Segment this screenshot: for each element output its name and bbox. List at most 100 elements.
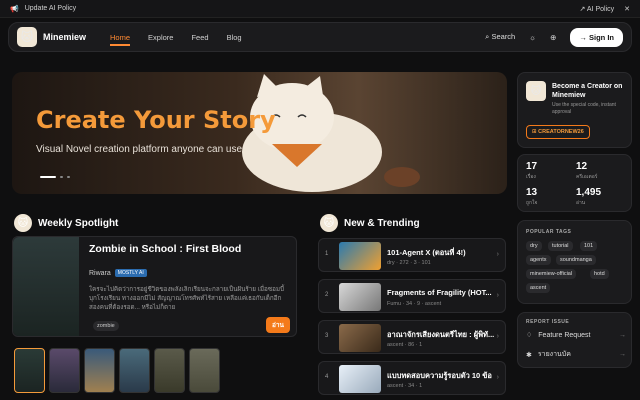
announcement-bar: 📢 Update AI Policy ↗ AI Policy ✕	[0, 0, 640, 18]
stat-likes: 13 ถูกใจ	[526, 187, 537, 207]
spotlight-heading: 🐱 Weekly Spotlight	[14, 214, 118, 232]
author-name[interactable]: Riwara	[89, 270, 111, 277]
trending-item[interactable]: 3 อาณาจักรเสียงดนตรีไทย : ผู้พิทั... asc…	[318, 320, 506, 354]
spotlight-title[interactable]: Zombie in School : First Blood	[89, 243, 241, 255]
stat-label: ครีเอเตอร์	[576, 174, 598, 180]
thumbnail[interactable]	[49, 348, 80, 393]
thumbnail[interactable]	[154, 348, 185, 393]
theme-toggle-icon[interactable]: ☼	[529, 33, 536, 42]
tag-pill[interactable]: soundmanga	[556, 255, 596, 265]
trending-title: 101-Agent X (ตอนที่ 4!)	[387, 248, 466, 257]
spotlight-tag[interactable]: zombie	[93, 321, 119, 331]
tag-pill[interactable]: agentx	[526, 255, 551, 265]
trending-item[interactable]: 1 101-Agent X (ตอนที่ 4!) dry · 272 · 3 …	[318, 238, 506, 272]
report-heading: REPORT ISSUE	[526, 319, 570, 325]
trending-meta: ascent · 34 · 1	[387, 383, 423, 389]
popular-tags-panel: POPULAR TAGS dry tutorial 101 agentx sou…	[517, 220, 632, 304]
search-button[interactable]: ⌕ Search	[485, 32, 515, 42]
tag-pill[interactable]: dry	[526, 241, 542, 251]
logo-icon[interactable]: 🐱	[17, 27, 37, 47]
sign-in-label: Sign In	[589, 32, 614, 42]
ai-policy-link[interactable]: ↗ AI Policy	[579, 5, 614, 13]
hero-subtitle: Visual Novel creation platform anyone ca…	[36, 144, 243, 155]
trending-title: แบบทดสอบความรู้รอบตัว 10 ข้อ	[387, 371, 492, 380]
thumbnail[interactable]	[84, 348, 115, 393]
chevron-right-icon: ›	[496, 333, 499, 340]
thumbnail[interactable]	[119, 348, 150, 393]
trending-rank: 4	[325, 374, 329, 380]
feature-request-link[interactable]: ♢ Feature Request →	[526, 331, 626, 340]
stat-label: อ่าน	[576, 200, 586, 206]
trending-title: อาณาจักรเสียงดนตรีไทย : ผู้พิทั...	[387, 330, 495, 339]
search-label: Search	[491, 32, 516, 41]
mascot-icon: 🐱	[14, 214, 32, 232]
trending-cover	[339, 283, 381, 311]
popular-tags-heading: POPULAR TAGS	[526, 229, 572, 235]
hero-banner[interactable]: Create Your Story Visual Novel creation …	[12, 72, 507, 194]
spotlight-card[interactable]: Zombie in School : First Blood Riwara MO…	[12, 236, 297, 337]
mascot-icon: 🐱	[320, 214, 338, 232]
nav-item-blog[interactable]: Blog	[227, 33, 242, 42]
thumbnail[interactable]	[14, 348, 45, 393]
tag-pill[interactable]: tutorial	[548, 241, 573, 251]
hero-title: Create Your Story	[36, 106, 276, 134]
stat-label: เรื่อง	[526, 174, 536, 180]
trending-rank: 1	[325, 251, 329, 257]
arrow-right-icon: →	[619, 351, 626, 358]
announcement-link[interactable]: Update AI Policy	[25, 5, 76, 12]
tag-pill[interactable]: 101	[580, 241, 598, 251]
nav-item-feed[interactable]: Feed	[191, 33, 208, 42]
chevron-right-icon: ›	[496, 374, 499, 381]
trending-item[interactable]: 2 Fragments of Fragility (HOT... Fumu · …	[318, 279, 506, 313]
stat-stories: 17 เรื่อง	[526, 161, 537, 181]
stat-value: 13	[526, 187, 538, 198]
spotlight-cover[interactable]	[13, 237, 79, 336]
trending-cover	[339, 365, 381, 393]
brand-name[interactable]: Minemiew	[43, 32, 86, 42]
trending-title: Fragments of Fragility (HOT...	[387, 288, 492, 297]
creator-card: 🐱 Become a Creator on Minemiew Use the s…	[517, 72, 632, 148]
spotlight-thumbnails	[14, 348, 220, 393]
spotlight-author: Riwara MOSTLY AI	[89, 269, 147, 277]
trending-cover	[339, 324, 381, 352]
main-nav: 🐱 Minemiew Home Explore Feed Blog ⌕ Sear…	[8, 22, 632, 52]
lightbulb-icon: ♢	[526, 332, 533, 339]
spotlight-heading-label: Weekly Spotlight	[38, 217, 119, 229]
read-button[interactable]: อ่าน	[266, 317, 290, 333]
trending-rank: 2	[325, 292, 329, 298]
chevron-right-icon: ›	[496, 292, 499, 299]
nav-item-home[interactable]: Home	[110, 33, 131, 46]
bug-icon: ✱	[526, 351, 532, 359]
trending-heading-label: New & Trending	[344, 217, 420, 229]
stat-value: 12	[576, 161, 588, 172]
trending-item[interactable]: 4 แบบทดสอบความรู้รอบตัว 10 ข้อ ascent · …	[318, 361, 506, 395]
language-icon[interactable]: ⊕	[550, 33, 556, 42]
sign-in-button[interactable]: → Sign In	[570, 27, 623, 47]
trending-meta: ascent · 86 · 1	[387, 342, 423, 348]
tag-pill[interactable]: minemiew-official	[526, 269, 577, 279]
arrow-right-icon: →	[619, 331, 626, 339]
carousel-dots[interactable]	[40, 176, 70, 178]
trending-heading: 🐱 New & Trending	[320, 214, 420, 232]
tag-pill[interactable]: hotd	[590, 269, 609, 279]
creator-code-button[interactable]: ⊞ CREATORNEW26	[526, 125, 590, 139]
stat-creators: 12 ครีเอเตอร์	[576, 161, 597, 181]
bug-report-link[interactable]: ✱ รายงานบัค →	[526, 349, 626, 360]
nav-item-explore[interactable]: Explore	[148, 33, 173, 42]
trending-cover	[339, 242, 381, 270]
trending-meta: Fumu · 34 · 9 · ascent	[387, 301, 442, 307]
stats-panel: 17 เรื่อง 12 ครีเอเตอร์ 13 ถูกใจ 1,495 อ…	[517, 154, 632, 212]
stat-value: 1,495	[576, 187, 602, 198]
tag-pill[interactable]: ascent	[526, 283, 551, 293]
creator-code: CREATORNEW26	[538, 129, 584, 135]
thumbnail[interactable]	[189, 348, 220, 393]
chevron-right-icon: ›	[496, 251, 499, 258]
creator-subtitle: Use the special code, instant approval	[552, 102, 616, 115]
trending-meta: dry · 272 · 3 · 101	[387, 260, 431, 266]
stat-value: 17	[526, 161, 538, 172]
creator-avatar-icon: 🐱	[526, 81, 546, 101]
stat-reads: 1,495 อ่าน	[576, 187, 601, 207]
creator-title: Become a Creator on Minemiew	[552, 83, 623, 99]
report-issue-panel: REPORT ISSUE ♢ Feature Request → ✱ รายงา…	[517, 312, 632, 368]
close-icon[interactable]: ✕	[624, 5, 630, 13]
